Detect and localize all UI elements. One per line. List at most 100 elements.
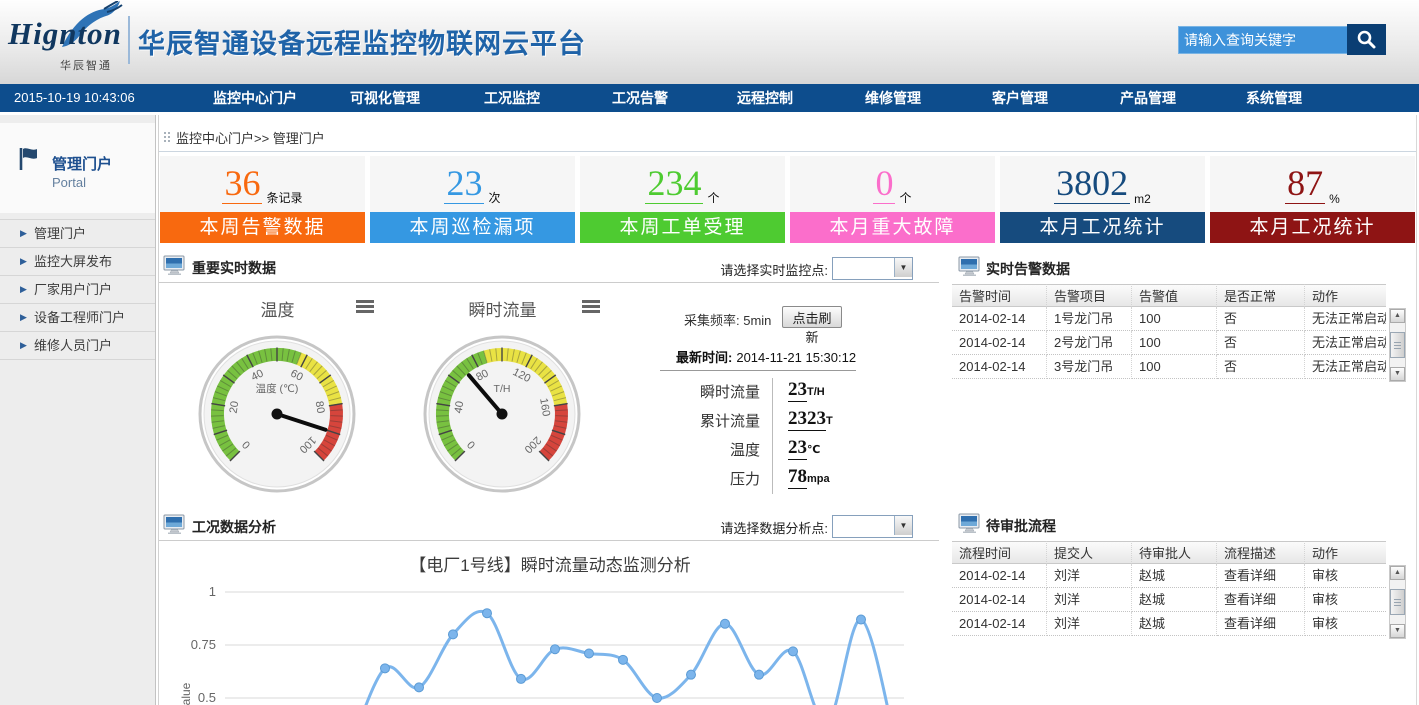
portal-title: 管理门户: [52, 153, 112, 174]
table-header-row: 流程时间提交人待审批人流程描述动作: [952, 541, 1386, 564]
stat-unit: 个: [707, 189, 719, 212]
stat-card-3[interactable]: 0个本月重大故障: [790, 156, 995, 243]
stat-banner-label[interactable]: 本月工况统计: [1000, 212, 1205, 243]
scroll-down-icon[interactable]: ▼: [1390, 624, 1405, 638]
reading-label: 压力: [650, 468, 760, 489]
table-row[interactable]: 2014-02-14刘洋赵城查看详细审核: [952, 612, 1386, 636]
stat-banner-label[interactable]: 本周工单受理: [580, 212, 785, 243]
nav-item-5[interactable]: 维修管理: [865, 84, 921, 112]
stat-banner-label[interactable]: 本月工况统计: [1210, 212, 1415, 243]
page-title: 华辰智通设备远程监控物联网云平台: [138, 22, 586, 61]
stat-number-box: 234个: [580, 156, 785, 212]
reading-unit: T: [826, 415, 833, 428]
dropdown-arrow-icon[interactable]: ▼: [894, 516, 912, 535]
stat-unit: m2: [1134, 192, 1151, 212]
nav-item-6[interactable]: 客户管理: [992, 84, 1048, 112]
stat-number: 0: [873, 165, 895, 204]
table-cell: 否: [1217, 355, 1305, 379]
table-row[interactable]: 2014-02-143号龙门吊100否无法正常启动: [952, 355, 1386, 379]
breadcrumb-icon: [164, 132, 171, 144]
table-cell: 否: [1217, 331, 1305, 355]
sidebar-item-2[interactable]: ▶厂家用户门户: [0, 275, 155, 303]
stat-card-1[interactable]: 23次本周巡检漏项: [370, 156, 575, 243]
svg-text:0.75: 0.75: [191, 637, 216, 652]
table-cell: 审核: [1305, 612, 1386, 636]
stat-banner-label[interactable]: 本月重大故障: [790, 212, 995, 243]
sidebar-item-4[interactable]: ▶维修人员门户: [0, 331, 155, 360]
stat-number-box: 0个: [790, 156, 995, 212]
content-divider: [159, 151, 1416, 152]
flow-line-chart: 10.750.5value: [158, 572, 940, 705]
scroll-up-icon[interactable]: ▲: [1390, 309, 1405, 323]
stat-card-0[interactable]: 36条记录本周告警数据: [160, 156, 365, 243]
search-input[interactable]: [1178, 26, 1348, 54]
nav-item-0[interactable]: 监控中心门户: [213, 84, 297, 112]
gauge-temperature-label: 温度: [230, 296, 325, 321]
sidebar-item-1[interactable]: ▶监控大屏发布: [0, 247, 155, 275]
table-cell: 100: [1132, 355, 1217, 379]
approval-panel-title: 待审批流程: [986, 516, 1056, 536]
table-header-cell: 告警时间: [952, 284, 1047, 307]
stat-banner-label[interactable]: 本周巡检漏项: [370, 212, 575, 243]
table-row[interactable]: 2014-02-14刘洋赵城查看详细审核: [952, 588, 1386, 612]
stat-number-box: 87%: [1210, 156, 1415, 212]
table-header-cell: 流程时间: [952, 541, 1047, 564]
analysis-point-select[interactable]: ▼: [832, 515, 913, 538]
header: Hignton 华辰智通 华辰智通设备远程监控物联网云平台: [0, 0, 1419, 84]
table-cell: 审核: [1305, 564, 1386, 588]
stat-card-5[interactable]: 87%本月工况统计: [1210, 156, 1415, 243]
reading-value: 78mpa: [788, 466, 830, 488]
logo-subtitle: 华辰智通: [60, 57, 112, 73]
stat-banner-label[interactable]: 本周告警数据: [160, 212, 365, 243]
table-cell: 无法正常启动: [1305, 307, 1386, 331]
table-cell: 2014-02-14: [952, 307, 1047, 331]
realtime-panel-title: 重要实时数据: [192, 258, 276, 278]
monitor-point-select-label: 请选择实时监控点:: [698, 260, 828, 279]
table-header-cell: 待审批人: [1132, 541, 1217, 564]
table-cell: 2号龙门吊: [1047, 331, 1132, 355]
table-header-cell: 是否正常: [1217, 284, 1305, 307]
nav-item-7[interactable]: 产品管理: [1120, 84, 1176, 112]
chevron-right-icon: ▶: [20, 220, 27, 247]
nav-item-8[interactable]: 系统管理: [1246, 84, 1302, 112]
dashboard-page: Hignton 华辰智通 华辰智通设备远程监控物联网云平台 2015-10-19…: [0, 0, 1419, 705]
stat-card-4[interactable]: 3802m2本月工况统计: [1000, 156, 1205, 243]
reading-unit: ℃: [807, 444, 820, 457]
scrollbar-thumb[interactable]: [1390, 332, 1405, 358]
main-right-border: [1416, 115, 1417, 705]
reading-number: 23: [788, 379, 807, 402]
sidebar-item-3[interactable]: ▶设备工程师门户: [0, 303, 155, 331]
monitor-point-select[interactable]: ▼: [832, 257, 913, 280]
stat-number: 87: [1285, 165, 1325, 204]
table-header-cell: 告警项目: [1047, 284, 1132, 307]
search-button[interactable]: [1347, 24, 1386, 55]
scroll-up-icon[interactable]: ▲: [1390, 566, 1405, 580]
scrollbar-thumb[interactable]: [1390, 589, 1405, 615]
nav-item-3[interactable]: 工况告警: [612, 84, 668, 112]
nav-item-4[interactable]: 远程控制: [737, 84, 793, 112]
approval-table-scrollbar[interactable]: ▲ ▼: [1389, 565, 1406, 639]
table-row[interactable]: 2014-02-141号龙门吊100否无法正常启动: [952, 307, 1386, 331]
refresh-button[interactable]: 点击刷新: [782, 306, 842, 328]
reading-value: 2323T: [788, 408, 833, 430]
alarm-table-scrollbar[interactable]: ▲ ▼: [1389, 308, 1406, 382]
temperature-gauge: 020406080100温度 (℃): [197, 334, 357, 494]
table-row[interactable]: 2014-02-142号龙门吊100否无法正常启动: [952, 331, 1386, 355]
nav-item-1[interactable]: 可视化管理: [350, 84, 420, 112]
sidebar-item-label: 管理门户: [34, 226, 86, 241]
table-header-cell: 流程描述: [1217, 541, 1305, 564]
dropdown-arrow-icon[interactable]: ▼: [894, 258, 912, 277]
table-cell: 无法正常启动: [1305, 355, 1386, 379]
table-body: 2014-02-14刘洋赵城查看详细审核2014-02-14刘洋赵城查看详细审核…: [952, 564, 1386, 636]
sidebar-item-0[interactable]: ▶ 管理门户: [0, 219, 155, 247]
stat-number-box: 23次: [370, 156, 575, 212]
table-cell: 100: [1132, 331, 1217, 355]
flag-icon: [16, 145, 44, 173]
gauge-menu-icon[interactable]: [356, 300, 374, 314]
table-row[interactable]: 2014-02-14刘洋赵城查看详细审核: [952, 564, 1386, 588]
stat-unit: %: [1329, 192, 1340, 212]
scroll-down-icon[interactable]: ▼: [1390, 367, 1405, 381]
nav-item-2[interactable]: 工况监控: [484, 84, 540, 112]
stat-card-2[interactable]: 234个本周工单受理: [580, 156, 785, 243]
gauge-menu-icon[interactable]: [582, 300, 600, 314]
